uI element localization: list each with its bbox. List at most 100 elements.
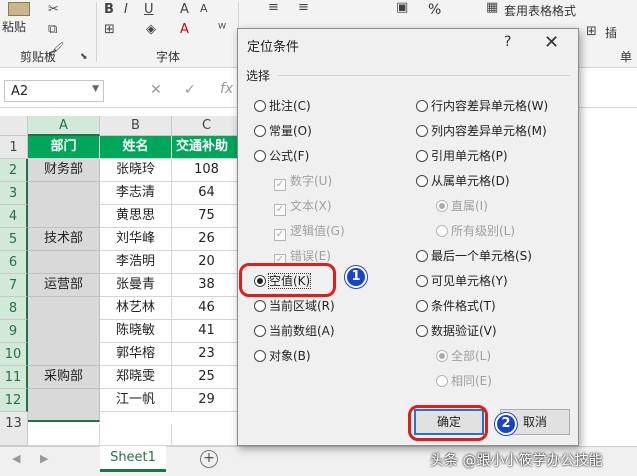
right-option-1[interactable]: 列内容差异单元格(M) xyxy=(416,122,547,142)
radio-icon[interactable] xyxy=(254,100,266,112)
insert-function-icon[interactable]: fx xyxy=(220,81,233,97)
header-cell-department[interactable]: 部门 xyxy=(28,136,100,159)
row-header[interactable]: 2 xyxy=(0,159,28,182)
name-cell[interactable]: 张晓玲 xyxy=(100,159,172,182)
right-option-2[interactable]: 引用单元格(P) xyxy=(416,147,508,167)
name-cell[interactable]: 郭华榕 xyxy=(100,343,172,366)
name-cell[interactable]: 刘华峰 xyxy=(100,228,172,251)
radio-icon[interactable] xyxy=(254,325,266,337)
add-sheet-button[interactable]: + xyxy=(200,450,218,468)
allowance-cell[interactable]: 64 xyxy=(172,182,242,205)
insert-button[interactable]: 插 xyxy=(605,24,617,41)
column-header-a[interactable]: A xyxy=(28,116,100,136)
allowance-cell[interactable]: 46 xyxy=(172,297,242,320)
allowance-cell[interactable]: 23 xyxy=(172,343,242,366)
copy-icon[interactable]: ⧉ xyxy=(48,22,57,37)
department-cell[interactable]: 技术部 xyxy=(28,228,100,251)
font-color-icon[interactable]: A xyxy=(180,22,189,37)
name-box[interactable]: A2 ▼ xyxy=(4,80,104,102)
bold-icon[interactable]: B xyxy=(104,2,114,17)
border-icon[interactable]: ⊞ xyxy=(104,22,115,37)
department-cell[interactable]: 运营部 xyxy=(28,274,100,297)
help-icon[interactable]: ? xyxy=(504,34,511,50)
department-cell-blank[interactable] xyxy=(28,251,100,274)
radio-icon[interactable] xyxy=(416,150,428,162)
cancel-entry-icon[interactable]: ✕ xyxy=(150,82,162,98)
row-header[interactable]: 12 xyxy=(0,389,28,412)
allowance-cell[interactable]: 108 xyxy=(172,159,242,182)
radio-icon[interactable] xyxy=(416,100,428,112)
currency-icon[interactable]: ▣ xyxy=(396,0,408,15)
department-cell-blank[interactable] xyxy=(28,297,100,366)
left-option-0[interactable]: 批注(C) xyxy=(254,97,311,117)
row-header[interactable]: 10 xyxy=(0,343,28,366)
allowance-cell[interactable]: 75 xyxy=(172,205,242,228)
right-option-0[interactable]: 行内容差异单元格(W) xyxy=(416,97,548,117)
insert-icon[interactable]: ⊞ xyxy=(586,24,597,39)
department-cell[interactable]: 采购部 xyxy=(28,366,100,389)
table-format-icon[interactable]: ▦ xyxy=(486,0,498,15)
close-icon[interactable]: ✕ xyxy=(544,32,559,53)
name-cell[interactable]: 黄思思 xyxy=(100,205,172,228)
radio-icon[interactable] xyxy=(254,300,266,312)
row-header[interactable]: 7 xyxy=(0,274,28,297)
left-option-1[interactable]: 常量(O) xyxy=(254,122,312,142)
name-cell[interactable]: 江一帆 xyxy=(100,389,172,412)
column-header-b[interactable]: B xyxy=(100,116,172,136)
column-header-c[interactable]: C xyxy=(172,116,242,136)
row-header[interactable]: 6 xyxy=(0,251,28,274)
row-header[interactable]: 4 xyxy=(0,205,28,228)
department-cell[interactable]: 财务部 xyxy=(28,159,100,182)
radio-icon[interactable] xyxy=(416,125,428,137)
paste-icon[interactable] xyxy=(8,2,30,16)
empty-cell[interactable] xyxy=(100,424,172,446)
row-header[interactable]: 11 xyxy=(0,366,28,389)
row-header[interactable]: 9 xyxy=(0,320,28,343)
left-option-2[interactable]: 公式(F) xyxy=(254,147,309,167)
name-cell[interactable]: 李浩明 xyxy=(100,251,172,274)
radio-icon[interactable] xyxy=(416,325,428,337)
name-cell[interactable]: 陈晓敏 xyxy=(100,320,172,343)
align-right-icon[interactable]: ≡ xyxy=(298,0,309,15)
select-all-corner[interactable] xyxy=(0,116,28,136)
allowance-cell[interactable]: 20 xyxy=(172,251,242,274)
font-size-grow-icon[interactable]: A xyxy=(180,2,189,17)
name-cell[interactable]: 林艺林 xyxy=(100,297,172,320)
row-header[interactable]: 3 xyxy=(0,182,28,205)
row-header[interactable]: 1 xyxy=(0,136,28,159)
right-option-9[interactable]: 数据验证(V) xyxy=(416,322,497,342)
left-option-9[interactable]: 当前数组(A) xyxy=(254,322,335,342)
right-option-3[interactable]: 从属单元格(D) xyxy=(416,172,510,192)
radio-icon[interactable] xyxy=(416,275,428,287)
tab-scroll-left-icon[interactable]: ◀ xyxy=(12,452,20,465)
sheet-tab[interactable]: Sheet1 xyxy=(100,446,166,472)
name-cell[interactable]: 张曼青 xyxy=(100,274,172,297)
dialog-launcher-icon[interactable]: ⬊ xyxy=(80,52,88,62)
allowance-cell[interactable]: 25 xyxy=(172,366,242,389)
radio-icon[interactable] xyxy=(416,175,428,187)
name-cell[interactable]: 李志清 xyxy=(100,182,172,205)
header-cell-name[interactable]: 姓名 xyxy=(100,136,172,159)
left-option-10[interactable]: 对象(B) xyxy=(254,347,311,367)
department-cell-blank[interactable] xyxy=(28,389,100,422)
phonetic-icon[interactable]: ᵂ xyxy=(218,22,226,37)
font-size-shrink-icon[interactable]: A xyxy=(200,2,208,15)
chevron-down-icon[interactable]: ▼ xyxy=(92,84,99,94)
department-cell-blank[interactable] xyxy=(28,182,100,228)
percent-button[interactable]: % xyxy=(428,2,441,18)
allowance-cell[interactable]: 26 xyxy=(172,228,242,251)
radio-icon[interactable] xyxy=(254,125,266,137)
radio-icon[interactable] xyxy=(254,150,266,162)
right-option-8[interactable]: 条件格式(T) xyxy=(416,297,496,317)
underline-icon[interactable]: U xyxy=(144,2,154,17)
cut-icon[interactable]: ✂ xyxy=(48,2,59,17)
italic-icon[interactable]: I xyxy=(124,2,128,17)
radio-icon[interactable] xyxy=(416,300,428,312)
empty-cell[interactable] xyxy=(28,424,100,446)
allowance-cell[interactable]: 38 xyxy=(172,274,242,297)
fill-color-icon[interactable]: ◈ xyxy=(146,22,156,37)
left-option-8[interactable]: 当前区域(R) xyxy=(254,297,335,317)
empty-cell[interactable] xyxy=(172,424,242,446)
align-center-icon[interactable]: ≡ xyxy=(268,0,279,15)
right-option-7[interactable]: 可见单元格(Y) xyxy=(416,272,508,292)
